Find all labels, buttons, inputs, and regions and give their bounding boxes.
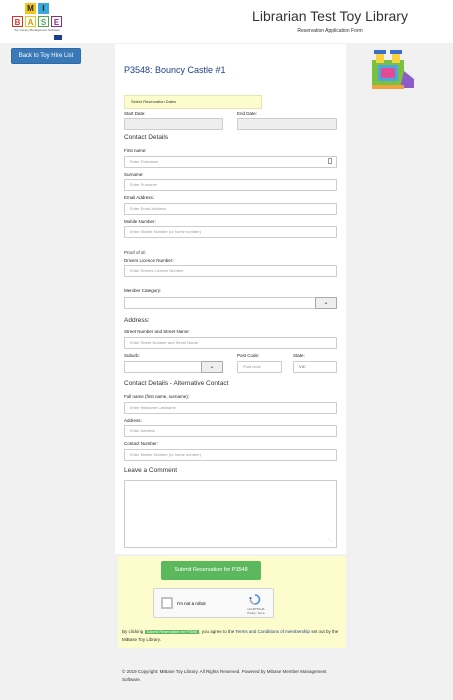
suburb-select[interactable]: ⌄: [124, 361, 223, 373]
end-date-label: End Date:: [237, 111, 258, 116]
alt-fullname-label: Full name (first name, surname):: [124, 394, 190, 399]
start-date-field[interactable]: [124, 118, 223, 130]
postcode-label: Post Code:: [237, 353, 260, 358]
start-date-label: Start Date:: [124, 111, 146, 116]
mobile-label: Mobile Number:: [124, 219, 156, 224]
recaptcha-label: I'm not a robot: [177, 601, 206, 606]
site-header: M I B A S E Toy Library Management Softw…: [0, 0, 453, 43]
alt-number-field[interactable]: Enter Mobile Number (or home number): [124, 449, 337, 461]
alt-address-label: Address:: [124, 418, 142, 423]
chevron-down-icon[interactable]: ⌄: [201, 361, 223, 373]
alt-number-label: Contact Number:: [124, 441, 159, 446]
australia-flag-icon: [54, 35, 62, 40]
bouncy-castle-image: [372, 50, 414, 89]
site-title: Librarian Test Toy Library: [252, 8, 408, 24]
terms-prefix: By clicking: [122, 629, 144, 634]
drivers-licence-label: Drivers Licence Number:: [124, 258, 174, 263]
recaptcha-widget: I'm not a robot reCAPTCHA Privacy - Term…: [153, 588, 274, 618]
terms-middle: , you agree to the: [199, 629, 235, 634]
recaptcha-privacy-terms-link[interactable]: Privacy - Terms: [242, 612, 270, 615]
logo-tagline: Toy Library Management Software: [14, 28, 60, 32]
submit-reservation-button[interactable]: Submit Reservation for P3548: [161, 561, 261, 580]
state-field[interactable]: VIC: [293, 361, 337, 373]
alt-contact-heading: Contact Details - Alternative Contact: [124, 380, 229, 387]
logo-letter-a: A: [25, 16, 36, 27]
email-field[interactable]: Enter Email Address: [124, 203, 337, 215]
drivers-licence-field[interactable]: Enter Drivers Licence Number: [124, 265, 337, 277]
surname-label: Surname:: [124, 172, 144, 177]
mibase-logo[interactable]: M I B A S E Toy Library Management Softw…: [6, 3, 68, 41]
alt-fullname-field[interactable]: Enter firstname Lastname: [124, 402, 337, 414]
footer-copyright: © 2019 Copyright: MiBase Toy Library. Al…: [122, 669, 327, 682]
recaptcha-brand: reCAPTCHA: [247, 607, 265, 611]
logo-letter-i: I: [38, 3, 49, 14]
autofill-card-icon[interactable]: [328, 158, 332, 164]
site-subtitle: Reservation Application Form: [297, 28, 363, 34]
street-label: Street Number and Street Name:: [124, 329, 190, 334]
resize-grip-icon[interactable]: ⋱: [328, 538, 333, 544]
back-to-toy-hire-list-button[interactable]: Back to Toy Hire List: [11, 48, 81, 64]
suburb-label: Suburb:: [124, 353, 140, 358]
member-category-select[interactable]: ⌄: [124, 297, 337, 309]
select-reservation-dates-button[interactable]: Select Reservation Dates: [124, 95, 262, 109]
surname-field[interactable]: Enter Surname: [124, 179, 337, 191]
logo-letter-e: E: [51, 16, 62, 27]
recaptcha-logo-icon: [249, 594, 261, 605]
chevron-down-icon[interactable]: ⌄: [315, 297, 337, 309]
proof-of-id-label: Proof of id:: [124, 250, 146, 255]
street-field[interactable]: Enter Street Number and Street Name: [124, 337, 337, 349]
toy-title: P3548: Bouncy Castle #1: [124, 65, 226, 75]
first-name-label: First name:: [124, 148, 147, 153]
postcode-field[interactable]: Post code: [237, 361, 282, 373]
member-category-label: Member Category:: [124, 288, 162, 293]
logo-letter-b: B: [12, 16, 23, 27]
terms-and-conditions-link[interactable]: Terms and Conditions of membership: [235, 629, 310, 634]
state-label: State:: [293, 353, 305, 358]
first-name-field[interactable]: Enter Firstname: [124, 156, 337, 168]
address-heading: Address:: [124, 317, 150, 324]
contact-details-heading: Contact Details: [124, 134, 169, 141]
recaptcha-checkbox[interactable]: [161, 597, 173, 609]
logo-letter-m: M: [25, 3, 36, 14]
logo-letter-s: S: [38, 16, 49, 27]
mobile-field[interactable]: Enter Mobile Number (or home number): [124, 226, 337, 238]
end-date-field[interactable]: [237, 118, 337, 130]
email-label: Email Address:: [124, 195, 155, 200]
terms-submit-pill: Submit Reservation for P3548: [144, 630, 200, 634]
terms-notice: By clicking Submit Reservation for P3548…: [122, 628, 344, 644]
comment-textarea[interactable]: ⋱: [124, 480, 337, 548]
alt-address-field[interactable]: Enter Address: [124, 425, 337, 437]
comment-heading: Leave a Comment: [124, 467, 178, 474]
